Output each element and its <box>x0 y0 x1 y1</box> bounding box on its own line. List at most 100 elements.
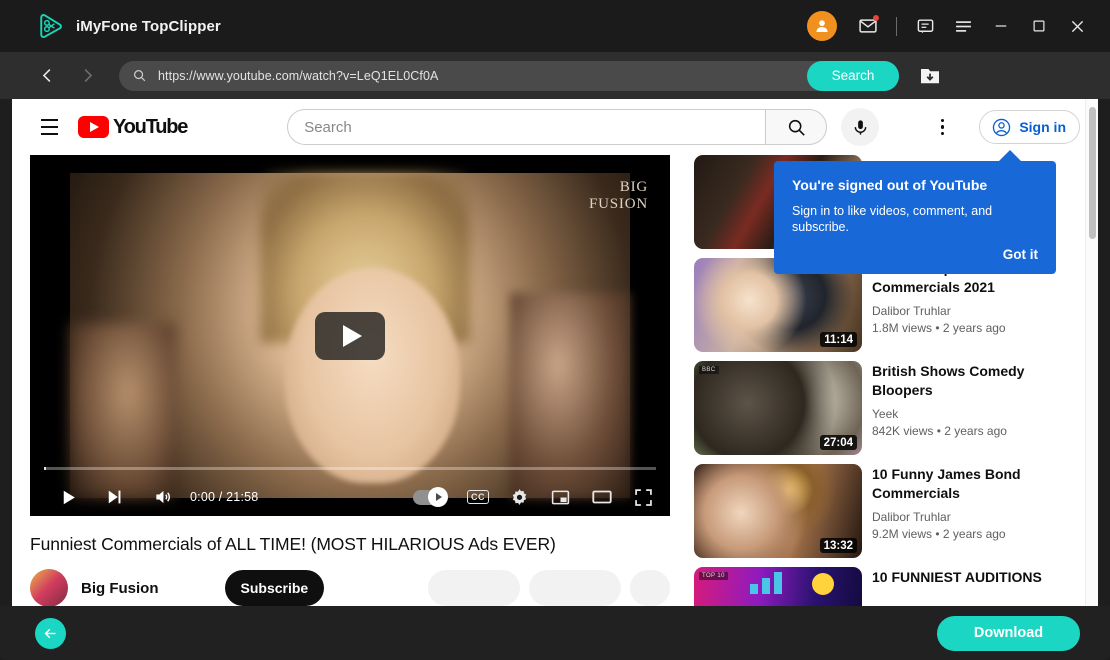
video-subject-face <box>285 268 460 483</box>
youtube-play-icon <box>78 116 109 138</box>
tooltip-title: You're signed out of YouTube <box>792 177 988 193</box>
bottom-toolbar: Download <box>0 606 1110 660</box>
close-icon <box>1071 20 1083 32</box>
player-controls-right: CC <box>413 486 670 508</box>
feedback-button[interactable] <box>906 6 944 46</box>
recommendation-item[interactable]: TOP 10 10 FUNNIEST AUDITIONS <box>694 567 1046 607</box>
voice-search-button[interactable] <box>841 108 880 146</box>
like-dislike-chip[interactable] <box>428 570 520 606</box>
recommendation-stats: 842K views • 2 years ago <box>872 424 1007 439</box>
youtube-search-input[interactable]: Search <box>287 109 766 145</box>
subtitles-button[interactable]: CC <box>467 490 489 504</box>
recommendation-meta: 10 FUNNIEST AUDITIONS <box>872 567 1042 607</box>
recommendation-item[interactable]: BBC 27:04 British Shows Comedy Bloopers … <box>694 361 1046 455</box>
youtube-search-button[interactable] <box>765 109 828 145</box>
minimize-button[interactable] <box>982 6 1020 46</box>
video-watermark: BIG FUSION <box>589 179 648 213</box>
player-controls: 0:00 / 21:58 CC <box>30 458 670 516</box>
video-action-chips <box>428 570 670 606</box>
youtube-signin-button[interactable]: Sign in <box>979 110 1080 144</box>
fullscreen-button[interactable] <box>633 487 654 508</box>
next-icon <box>108 490 121 504</box>
search-button[interactable]: Search <box>807 60 899 91</box>
miniplayer-icon <box>551 490 570 504</box>
thumbnail: TOP 10 <box>694 567 862 607</box>
menu-button[interactable] <box>944 6 982 46</box>
progress-bar[interactable] <box>44 467 656 470</box>
person-icon <box>816 20 828 32</box>
back-button[interactable] <box>35 617 66 649</box>
signin-label: Sign in <box>1019 119 1066 135</box>
minimize-icon <box>995 25 1007 27</box>
recommendation-stats: 9.2M views • 2 years ago <box>872 527 1006 542</box>
topclipper-logo-icon <box>40 13 62 39</box>
thumbnail-duration: 27:04 <box>819 435 857 450</box>
fullscreen-icon <box>635 488 652 506</box>
toolbar-divider <box>896 16 897 36</box>
miniplayer-button[interactable] <box>550 487 571 508</box>
youtube-logo[interactable]: YouTube <box>78 115 188 139</box>
subscribe-button[interactable]: Subscribe <box>224 570 325 606</box>
thumbnail-duration: 13:32 <box>819 538 857 553</box>
maximize-icon <box>1033 20 1045 32</box>
close-button[interactable] <box>1058 6 1096 46</box>
recommendation-title: 10 FUNNIEST AUDITIONS <box>872 569 1042 585</box>
youtube-wordmark: YouTube <box>113 115 188 138</box>
thumbnail-emoji-graphic <box>812 573 834 595</box>
youtube-settings-menu-button[interactable] <box>923 108 961 146</box>
app-logo: iMyFone TopClipper <box>36 12 221 40</box>
maximize-button[interactable] <box>1020 6 1058 46</box>
mail-unread-badge <box>873 15 879 21</box>
download-tray-icon <box>921 68 939 83</box>
channel-avatar[interactable] <box>30 569 68 607</box>
more-actions-chip[interactable] <box>630 570 670 606</box>
page-scrollbar[interactable] <box>1085 99 1098 607</box>
nav-back-button[interactable] <box>32 61 62 91</box>
recommendation-meta: British Shows Comedy Bloopers Yeek 842K … <box>872 361 1046 455</box>
share-chip[interactable] <box>529 570 621 606</box>
thumbnail: 13:32 <box>694 464 862 558</box>
scrollbar-thumb[interactable] <box>1089 107 1096 239</box>
tooltip-body: Sign in to like videos, comment, and sub… <box>792 204 993 235</box>
url-text: https://www.youtube.com/watch?v=LeQ1EL0C… <box>158 68 439 83</box>
search-icon <box>788 119 805 136</box>
tooltip-got-it-button[interactable]: Got it <box>792 247 1038 262</box>
settings-button[interactable] <box>509 487 530 508</box>
embedded-browser-view: YouTube Search Sign in You're signed out… <box>12 99 1098 607</box>
autoplay-toggle[interactable] <box>413 487 448 507</box>
signed-out-tooltip: You're signed out of YouTube Sign in to … <box>774 150 1056 274</box>
thumbnail-bars-graphic <box>750 572 782 594</box>
url-input[interactable]: https://www.youtube.com/watch?v=LeQ1EL0C… <box>119 60 899 91</box>
play-overlay-button[interactable] <box>315 311 385 360</box>
microphone-icon <box>854 119 867 135</box>
hamburger-menu-icon <box>955 20 971 32</box>
downloads-button[interactable] <box>915 61 945 91</box>
window-controls <box>807 6 1110 46</box>
recommendation-channel: Dalibor Truhlar <box>872 510 951 525</box>
video-player[interactable]: BIG FUSION 0:00 / 21:58 CC <box>30 155 670 516</box>
mail-button[interactable] <box>849 6 887 46</box>
youtube-guide-button[interactable] <box>30 108 68 146</box>
next-video-button[interactable] <box>98 481 130 513</box>
account-circle-icon <box>993 118 1011 136</box>
gear-icon <box>512 488 527 505</box>
thumbnail-channel-badge: BBC <box>699 366 719 374</box>
chat-icon <box>917 18 933 33</box>
nav-forward-button[interactable] <box>72 61 102 91</box>
recommendation-item[interactable]: 13:32 10 Funny James Bond Commercials Da… <box>694 464 1046 558</box>
back-arrow-icon <box>44 628 56 638</box>
autoplay-knob <box>428 487 448 507</box>
play-button[interactable] <box>52 481 84 513</box>
recommendation-meta: 10 Funny James Bond Commercials Dalibor … <box>872 464 1046 558</box>
search-icon <box>132 68 147 83</box>
thumbnail-duration: 11:14 <box>820 332 857 347</box>
user-avatar[interactable] <box>807 11 837 41</box>
channel-name[interactable]: Big Fusion <box>81 580 159 597</box>
theater-mode-button[interactable] <box>591 486 613 508</box>
volume-icon <box>156 490 170 504</box>
volume-button[interactable] <box>147 481 179 513</box>
chevron-left-icon <box>42 69 50 82</box>
primary-column: BIG FUSION 0:00 / 21:58 CC Funniest Comm… <box>30 155 670 607</box>
thumbnail: BBC 27:04 <box>694 361 862 455</box>
download-button[interactable]: Download <box>937 615 1080 651</box>
